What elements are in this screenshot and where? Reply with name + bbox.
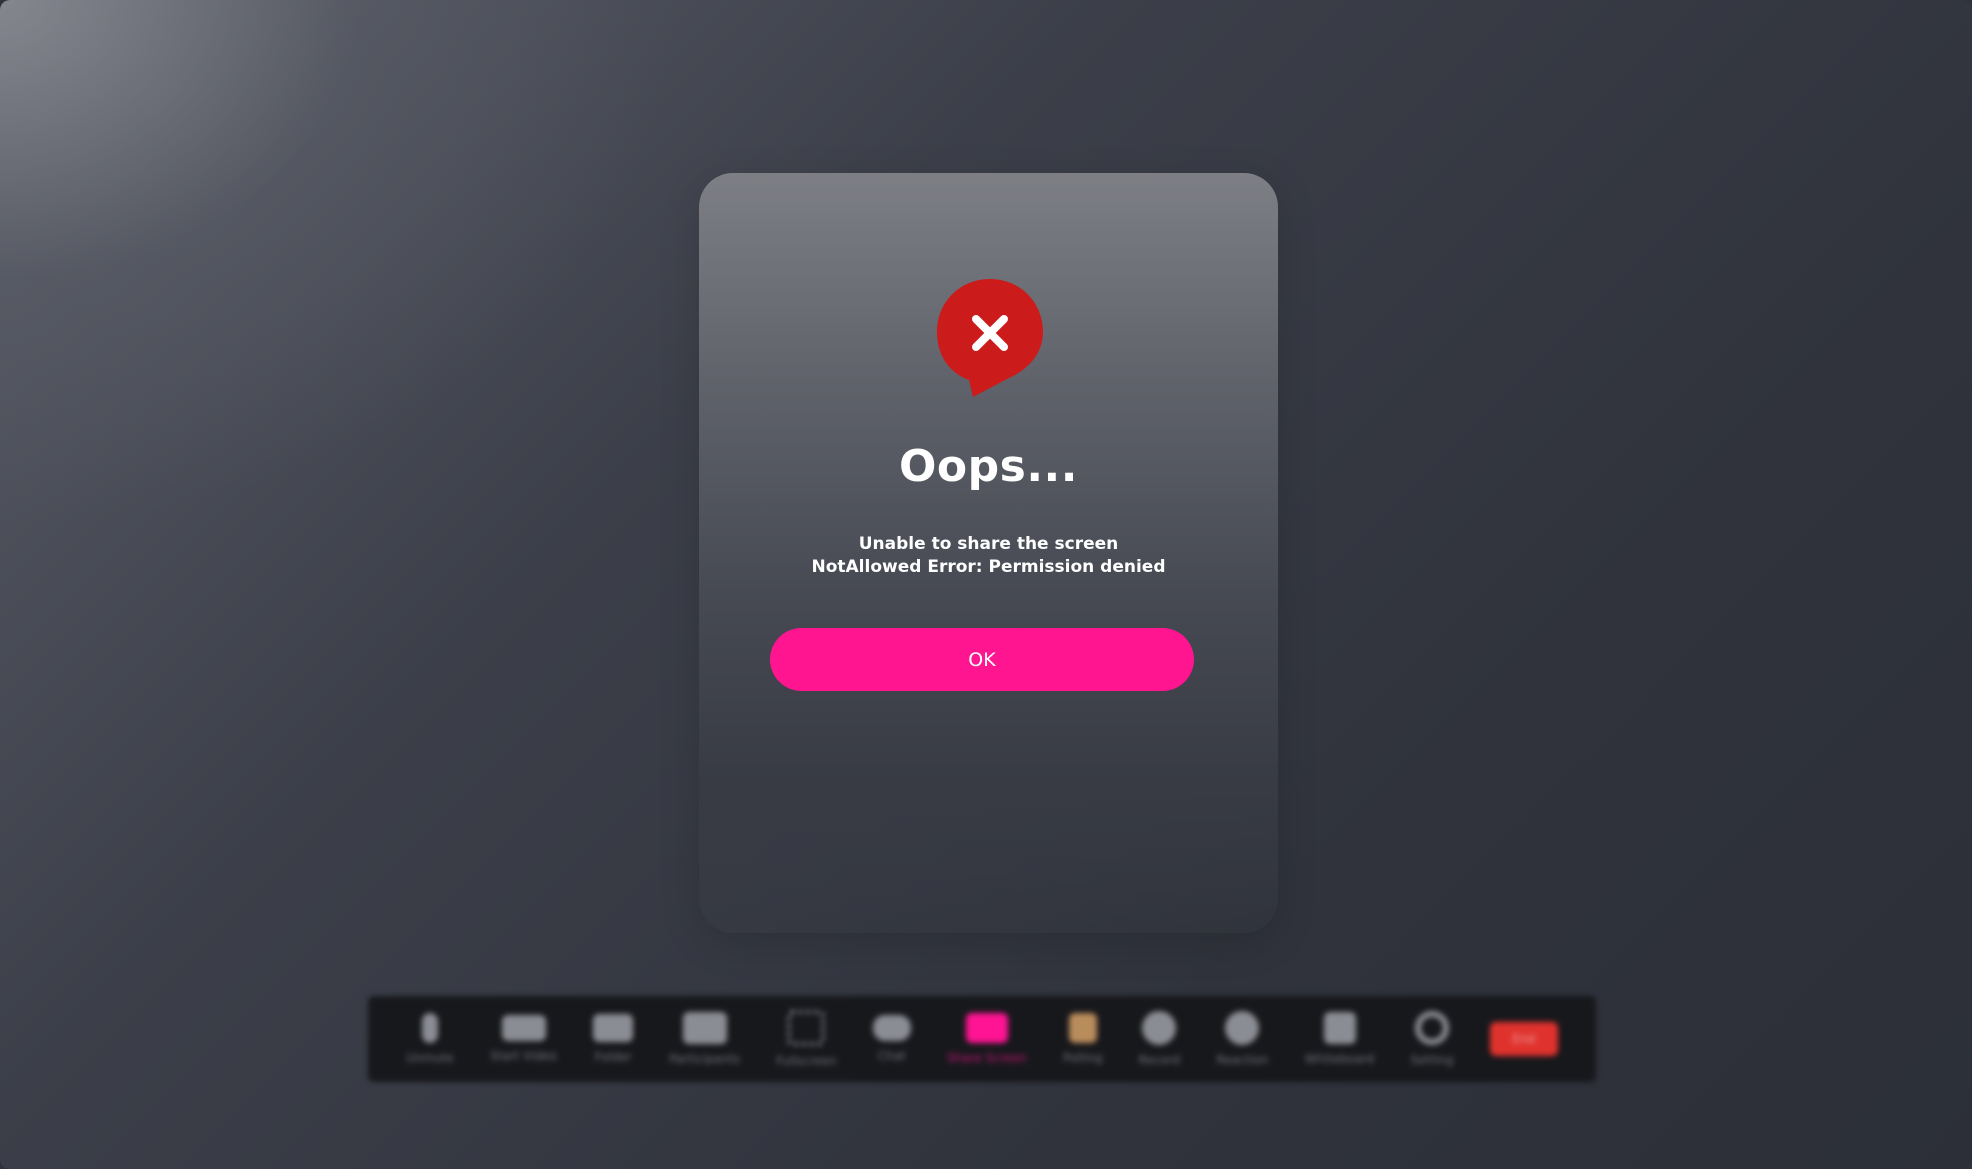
toolbar-item-label: Share Screen (947, 1051, 1027, 1065)
toolbar-item-folder[interactable]: Folder (593, 1014, 634, 1064)
toolbar-item-label: Polling (1063, 1051, 1103, 1065)
toolbar-item-start-video[interactable]: Start Video (490, 1015, 557, 1063)
error-x-icon (937, 279, 1043, 397)
meeting-toolbar: Unmute Start Video Folder Participants F… (368, 996, 1596, 1082)
whiteboard-icon (1323, 1012, 1356, 1044)
folder-icon (593, 1014, 634, 1042)
dialog-message-line: Unable to share the screen (858, 534, 1119, 554)
participants-icon (682, 1012, 727, 1044)
toolbar-item-chat[interactable]: Chat (872, 1015, 911, 1063)
toolbar-item-record[interactable]: Record (1139, 1011, 1180, 1067)
toolbar-item-share-screen[interactable]: Share Screen (947, 1013, 1027, 1065)
toolbar-item-label: Folder (594, 1050, 632, 1064)
toolbar-item-unmute[interactable]: Unmute (406, 1013, 454, 1065)
toolbar-item-participants[interactable]: Participants (669, 1012, 740, 1066)
end-meeting-button[interactable]: End (1489, 1022, 1558, 1056)
toolbar-item-label: Fullscreen (776, 1054, 837, 1068)
microphone-icon (422, 1013, 439, 1043)
error-dialog: Oops... Unable to share the screen NotAl… (699, 173, 1278, 933)
reaction-icon (1225, 1011, 1260, 1045)
toolbar-item-label: Reaction (1216, 1053, 1269, 1067)
toolbar-item-label: Chat (877, 1049, 906, 1063)
app-screen: Unmute Start Video Folder Participants F… (0, 0, 1972, 1169)
fullscreen-icon (787, 1010, 826, 1046)
video-camera-icon (501, 1015, 546, 1041)
share-screen-icon (965, 1013, 1008, 1043)
dialog-message: Unable to share the screen NotAllowed Er… (699, 533, 1278, 579)
toolbar-item-label: Setting (1410, 1053, 1454, 1067)
toolbar-item-label: Start Video (490, 1049, 557, 1063)
record-icon (1142, 1011, 1177, 1045)
dialog-title: Oops... (899, 441, 1078, 492)
toolbar-item-setting[interactable]: Setting (1411, 1011, 1454, 1067)
ok-button[interactable]: OK (770, 628, 1194, 691)
toolbar-item-label: Whiteboard (1304, 1052, 1375, 1066)
toolbar-item-reaction[interactable]: Reaction (1216, 1011, 1269, 1067)
toolbar-item-whiteboard[interactable]: Whiteboard (1304, 1012, 1375, 1066)
polling-icon (1068, 1013, 1097, 1043)
gear-icon (1415, 1011, 1450, 1045)
dialog-message-line: NotAllowed Error: Permission denied (811, 557, 1166, 577)
toolbar-item-label: Unmute (406, 1051, 454, 1065)
toolbar-item-label: Participants (669, 1052, 740, 1066)
toolbar-item-label: Record (1138, 1053, 1181, 1067)
chat-icon (872, 1015, 911, 1041)
toolbar-item-fullscreen[interactable]: Fullscreen (776, 1010, 837, 1068)
toolbar-item-polling[interactable]: Polling (1063, 1013, 1102, 1065)
